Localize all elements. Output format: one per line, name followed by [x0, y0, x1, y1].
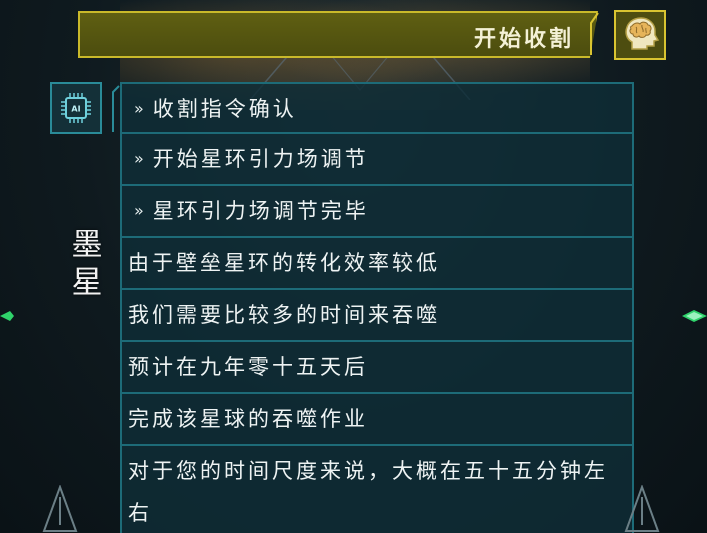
dialog-text: 对于您的时间尺度来说，大概在五十五分钟左右 — [128, 459, 608, 525]
ai-chip-panel[interactable]: AI — [50, 82, 102, 134]
dialog-line: 我们需要比较多的时间来吞噬 — [120, 290, 634, 342]
dialog-line: » 星环引力场调节完毕 — [120, 186, 634, 238]
header-bracket-accent — [590, 12, 599, 55]
dialog-line: 对于您的时间尺度来说，大概在五十五分钟左右 — [120, 446, 634, 533]
ai-chip-icon: AI — [61, 93, 91, 123]
dialog-text: 星环引力场调节完毕 — [152, 199, 369, 223]
nav-right-arrow-icon[interactable] — [682, 309, 707, 323]
dialog-text: 收割指令确认 — [152, 97, 297, 121]
dialog-line: 预计在九年零十五天后 — [120, 342, 634, 394]
prompt-marker: » — [134, 201, 147, 220]
header-bar: 开始收割 — [78, 11, 598, 58]
ship-marker-right-icon — [624, 485, 660, 532]
dialog-line: » 收割指令确认 — [120, 82, 634, 134]
dialog-line: 完成该星球的吞噬作业 — [120, 394, 634, 446]
prompt-marker: » — [134, 149, 147, 168]
brain-button[interactable] — [614, 10, 666, 60]
dialog-bracket-accent — [112, 85, 120, 132]
ship-marker-left-icon — [42, 485, 78, 532]
dialog-line: » 开始星环引力场调节 — [120, 134, 634, 186]
dialog-log: » 收割指令确认 » 开始星环引力场调节 » 星环引力场调节完毕 由于壁垒星环的转化效… — [120, 82, 634, 533]
dialog-text: 我们需要比较多的时间来吞噬 — [128, 303, 440, 327]
ai-chip-label: AI — [71, 105, 80, 114]
header-title: 开始收割 — [473, 27, 574, 52]
dialog-text: 由于壁垒星环的转化效率较低 — [128, 251, 440, 275]
brain-head-icon — [625, 17, 660, 50]
speaker-name: 墨星 — [71, 227, 103, 301]
game-scene: 开始收割 AI 墨星 » 收割指令确认 » 开始星环引力场调节 » 星环引力场调… — [0, 0, 707, 533]
dialog-text: 预计在九年零十五天后 — [128, 355, 368, 379]
dialog-line: 由于壁垒星环的转化效率较低 — [120, 238, 634, 290]
prompt-marker: » — [134, 99, 147, 118]
dialog-text: 开始星环引力场调节 — [152, 147, 369, 171]
nav-left-arrow-icon[interactable] — [0, 309, 14, 323]
dialog-text: 完成该星球的吞噬作业 — [128, 407, 368, 431]
